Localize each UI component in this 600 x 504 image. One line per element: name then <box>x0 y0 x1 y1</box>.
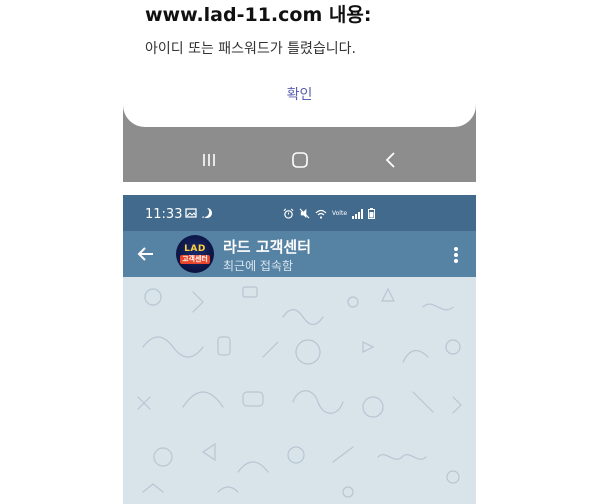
status-bar: 11:33 Volte <box>123 195 476 231</box>
chat-background <box>123 277 476 504</box>
home-icon[interactable] <box>280 145 320 175</box>
back-arrow-button[interactable] <box>135 243 157 265</box>
avatar[interactable]: LAD 고객센터 <box>176 235 214 273</box>
volte-label: Volte <box>332 210 348 217</box>
more-options-button[interactable] <box>449 244 463 266</box>
chat-title[interactable]: 라드 고객센터 <box>223 236 311 257</box>
dialog-title: www.lad-11.com 내용: <box>145 4 372 26</box>
doodle-pattern <box>137 286 462 498</box>
battery-icon <box>368 208 376 219</box>
dialog-message: 아이디 또는 패스워드가 틀렸습니다. <box>145 41 356 57</box>
status-icons-left <box>185 207 213 219</box>
alert-dialog: www.lad-11.com 내용: 아이디 또는 패스워드가 틀렸습니다. 확… <box>123 0 476 127</box>
mute-icon <box>299 208 310 219</box>
avatar-text-lad: LAD <box>184 243 206 254</box>
gallery-icon <box>185 208 197 218</box>
back-icon[interactable] <box>371 145 411 175</box>
status-icons-right: Volte <box>283 208 376 219</box>
android-navigation-bar <box>123 138 476 182</box>
status-time: 11:33 <box>145 207 183 222</box>
avatar-text-support: 고객센터 <box>180 254 210 264</box>
chat-header: LAD 고객센터 라드 고객센터 최근에 접속함 <box>123 231 476 277</box>
wifi-icon <box>315 209 327 219</box>
signal-icon <box>352 208 364 219</box>
alert-screenshot: www.lad-11.com 내용: 아이디 또는 패스워드가 틀렸습니다. 확… <box>123 0 476 182</box>
alarm-icon <box>283 208 294 219</box>
recent-apps-icon[interactable] <box>189 145 229 175</box>
ok-button[interactable]: 확인 <box>123 84 476 104</box>
chat-screenshot: 11:33 Volte LAD 고객센터 라드 고객센터 최근에 접속함 <box>123 195 476 504</box>
chat-status: 최근에 접속함 <box>223 259 294 273</box>
chat-bubble-icon <box>202 208 212 218</box>
back-arrow-icon <box>137 247 153 261</box>
more-vertical-icon <box>454 247 458 263</box>
